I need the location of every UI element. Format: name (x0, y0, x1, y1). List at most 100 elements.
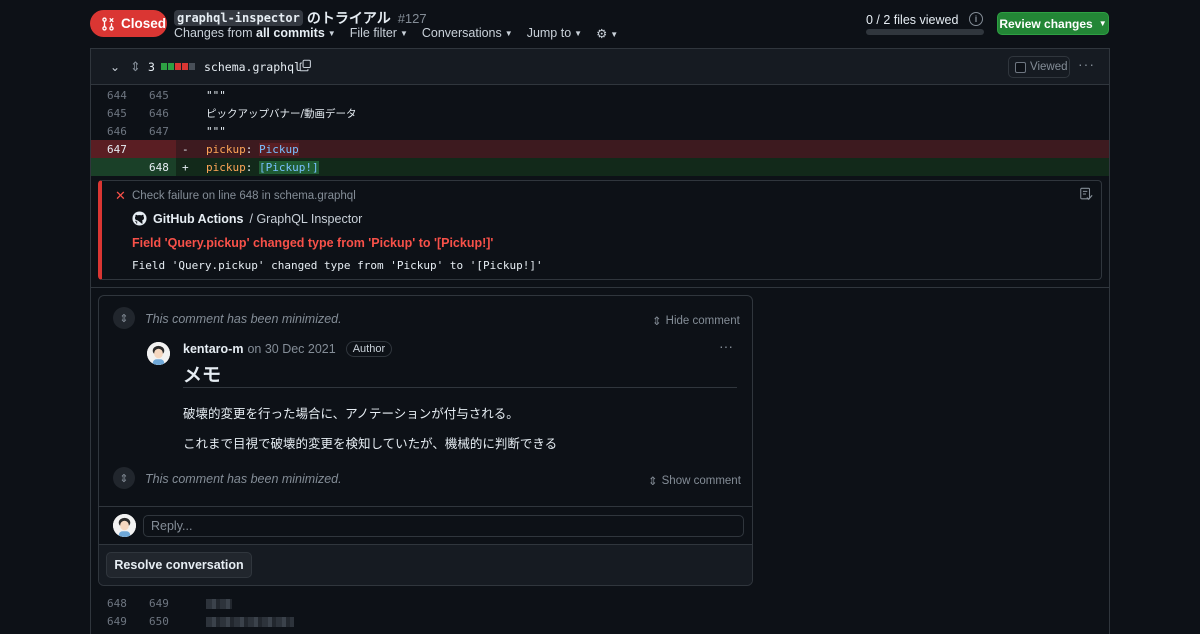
closed-label: Closed (121, 16, 167, 31)
field-type: [Pickup!] (259, 160, 319, 174)
field-name: pickup (206, 160, 246, 174)
more-options-icon[interactable]: ··· (1078, 56, 1095, 72)
unfold-icon: ⇕ (648, 476, 658, 488)
diffstat-square (175, 63, 181, 70)
minimized-notice: This comment has been minimized. (145, 312, 342, 326)
diff-line: 649 650 (91, 612, 1109, 630)
check-annotation: ✕ Check failure on line 648 in schema.gr… (98, 180, 1102, 280)
caret-down-icon: ▼ (1098, 19, 1107, 28)
redacted-code (206, 615, 294, 628)
pr-title-suffix: のトライアル (306, 10, 391, 26)
caret-down-icon: ▼ (574, 29, 583, 39)
annotation-source-app[interactable]: GitHub Actions (153, 212, 244, 226)
changes-from-prefix: Changes from (174, 26, 253, 40)
diffstat-bar (161, 63, 195, 70)
diff-line: 645 646 ピックアップバナー/動画データ (91, 104, 1109, 122)
reply-area: Reply... (99, 506, 752, 545)
diffstat-square (182, 63, 188, 70)
new-line-number[interactable]: 648 (149, 161, 169, 174)
files-viewed-progress (866, 29, 984, 35)
closed-state-badge: Closed (90, 10, 167, 37)
info-icon[interactable]: i (969, 12, 983, 26)
comment-date[interactable]: on 30 Dec 2021 (247, 342, 335, 356)
file-filter-dropdown[interactable]: File filter ▼ (350, 26, 408, 41)
caret-down-icon: ▼ (399, 29, 408, 39)
old-line-number[interactable]: 646 (107, 125, 127, 138)
new-line-number[interactable]: 645 (149, 89, 169, 102)
file-diff: ⌄ ⇕ 3 schema.graphql Viewed ··· 644 645 … (90, 48, 1110, 634)
file-filter-label: File filter (349, 26, 397, 40)
caret-down-icon: ▼ (327, 29, 336, 39)
conversations-dropdown[interactable]: Conversations ▼ (422, 26, 513, 41)
resolve-conversation-button[interactable]: Resolve conversation (106, 552, 252, 578)
viewed-label: Viewed (1030, 61, 1068, 73)
line-code: """ (206, 124, 226, 138)
author-badge: Author (345, 341, 393, 357)
expand-icon[interactable]: ⇕ (130, 59, 141, 75)
checkbox-icon (1015, 61, 1026, 73)
annotation-source-check: / GraphQL Inspector (249, 211, 363, 226)
pull-request-closed-icon (102, 16, 114, 31)
show-comment-label: Show comment (661, 475, 741, 487)
review-changes-button[interactable]: Review changes ▼ (997, 12, 1109, 35)
old-line-number[interactable]: 648 (107, 597, 127, 610)
colon: : (245, 160, 253, 174)
reply-input[interactable]: Reply... (143, 515, 744, 537)
viewed-checkbox[interactable]: Viewed (1008, 56, 1070, 78)
review-changes-label: Review changes (999, 16, 1093, 31)
review-thread: ⇕ This comment has been minimized. ⇕ Hide… (98, 295, 753, 586)
diffstat-square (161, 63, 167, 70)
new-line-number[interactable]: 646 (149, 107, 169, 120)
redacted-code (206, 597, 232, 610)
line-code: ピックアップバナー/動画データ (206, 107, 357, 120)
diff-line-deleted: 647 - pickup: Pickup (91, 140, 1109, 158)
new-line-number[interactable]: 649 (149, 597, 169, 610)
diffstat-square (168, 63, 174, 70)
field-name: pickup (206, 142, 246, 156)
conversations-label: Conversations (421, 26, 502, 40)
jump-to-dropdown[interactable]: Jump to ▼ (527, 26, 582, 41)
file-name[interactable]: schema.graphql (204, 60, 301, 74)
old-line-number[interactable]: 649 (107, 615, 127, 628)
comment-heading: メモ (183, 365, 222, 386)
annotation-message: Field 'Query.pickup' changed type from '… (132, 236, 494, 250)
changes-from-dropdown[interactable]: Changes from all commits ▼ (174, 26, 336, 41)
old-line-number[interactable]: 645 (107, 107, 127, 120)
diff-sign: - (182, 142, 189, 156)
github-icon (132, 211, 147, 226)
line-code: """ (206, 88, 226, 102)
unfold-icon: ⇕ (113, 467, 135, 489)
comment-author[interactable]: kentaro-m (183, 342, 243, 356)
annotation-details-icon[interactable] (1079, 187, 1093, 201)
more-options-icon[interactable]: ··· (719, 338, 733, 354)
colon: : (245, 142, 253, 156)
caret-down-icon: ▼ (504, 29, 513, 39)
new-line-number[interactable]: 650 (149, 615, 169, 628)
avatar[interactable] (147, 342, 170, 365)
field-type: Pickup (259, 142, 299, 156)
diff-line: 648 649 (91, 594, 1109, 612)
jump-to-label: Jump to (526, 26, 572, 40)
close-icon: ✕ (115, 188, 126, 203)
pr-subnav: Changes from all commits ▼ File filter ▼ C… (174, 26, 618, 41)
pr-number: #127 (397, 10, 427, 26)
new-line-number[interactable]: 647 (149, 125, 169, 138)
diff-sign: + (182, 160, 189, 174)
old-line-number[interactable]: 644 (107, 89, 127, 102)
old-line-number[interactable]: 647 (107, 143, 127, 156)
file-header: ⌄ ⇕ 3 schema.graphql Viewed ··· (91, 49, 1109, 85)
copy-icon[interactable] (299, 59, 312, 72)
chevron-down-icon[interactable]: ⌄ (110, 60, 120, 74)
line-code: pickup: [Pickup!] (206, 160, 319, 174)
heading-rule (183, 387, 737, 388)
diff-line: 650 651 """ (91, 630, 1109, 634)
diff-line-added: 648 + pickup: [Pickup!] (91, 158, 1109, 176)
avatar (113, 514, 136, 537)
show-comment-button[interactable]: ⇕ Show comment (648, 474, 741, 488)
pr-title: graphql-inspector のトライアル #127 (174, 8, 427, 28)
settings-dropdown[interactable]: ⚙ ▼ (596, 26, 618, 41)
fold-icon: ⇕ (652, 316, 662, 328)
hide-comment-button[interactable]: ⇕ Hide comment (652, 314, 740, 328)
minimized-notice: This comment has been minimized. (145, 472, 342, 486)
gear-icon: ⚙ (596, 27, 608, 41)
